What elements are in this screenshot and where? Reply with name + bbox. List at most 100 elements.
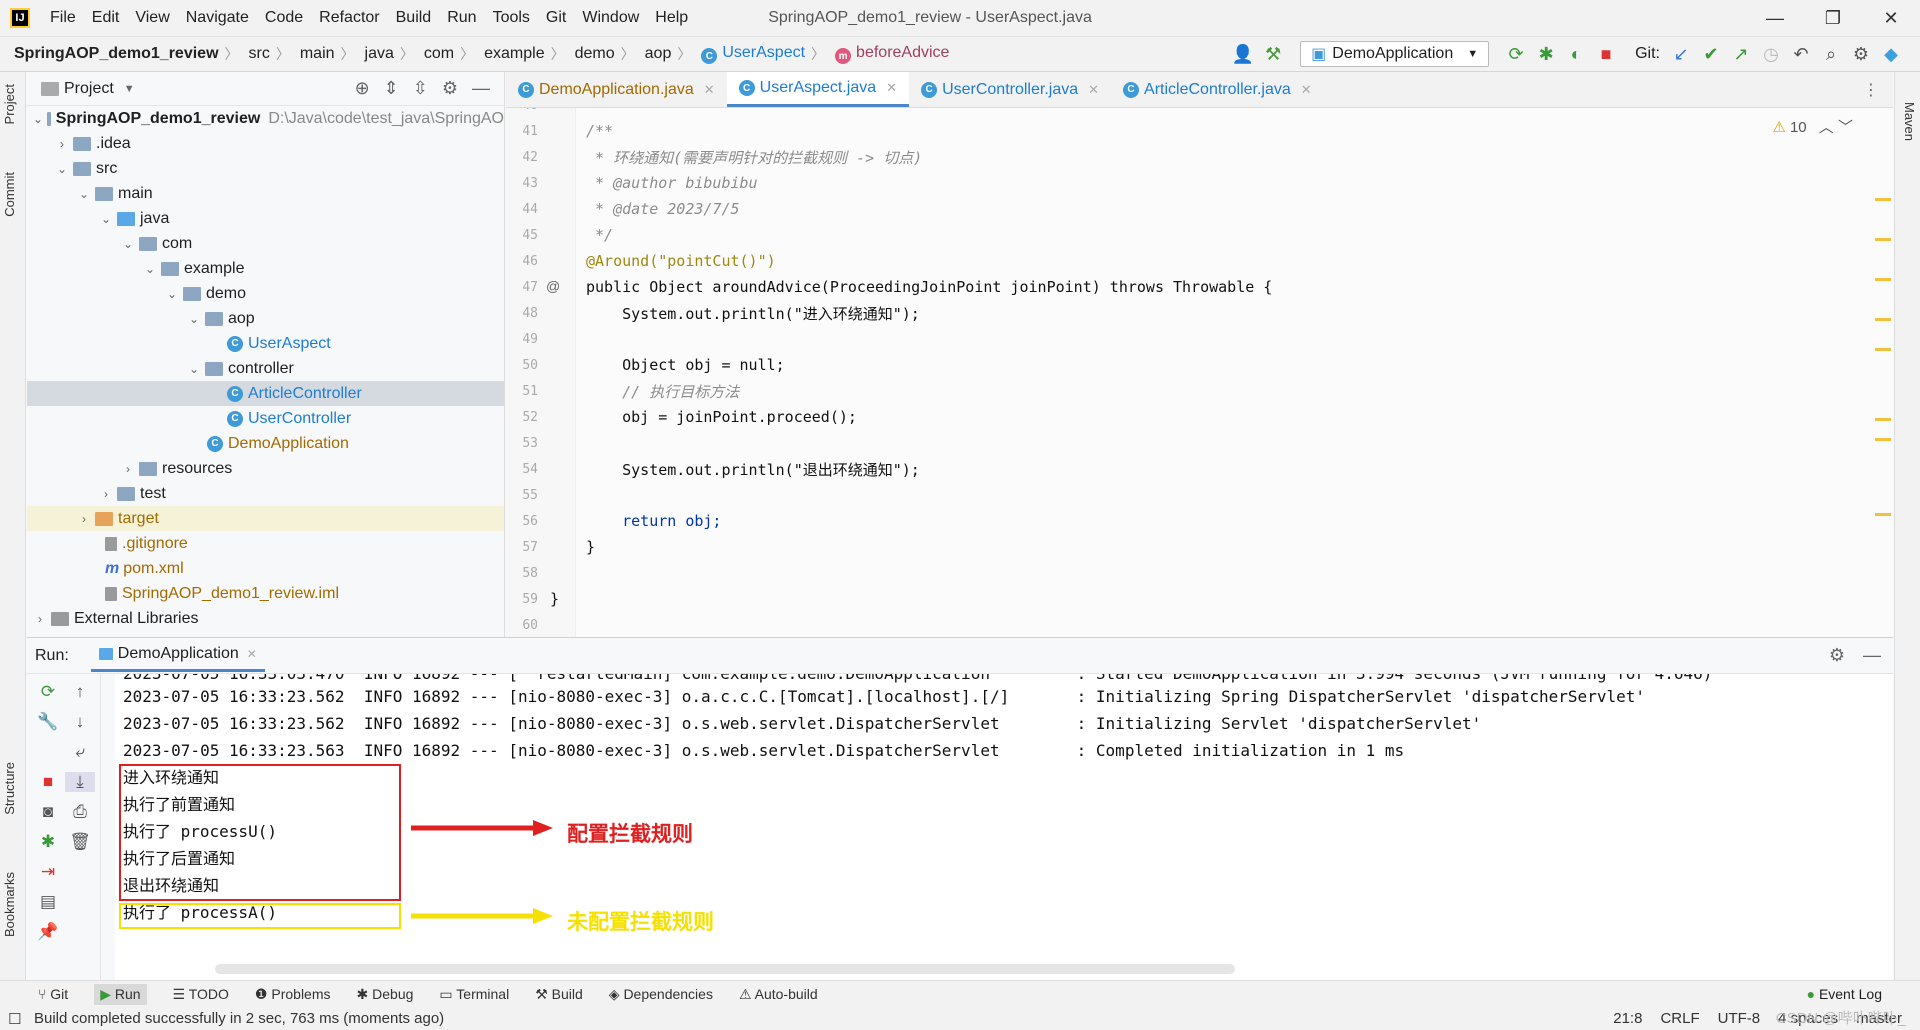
run-config-select[interactable]: ▣ DemoApplication ▼: [1300, 41, 1490, 67]
collapse-all-icon[interactable]: ⇳: [413, 78, 428, 99]
camera-icon[interactable]: ◙: [33, 802, 63, 822]
project-tool-button[interactable]: Project: [2, 84, 17, 124]
structure-tool-button[interactable]: Structure: [2, 762, 17, 815]
tree-item-java[interactable]: ⌄ java: [27, 206, 504, 231]
tab-demoapplication[interactable]: C DemoApplication.java ✕: [506, 72, 727, 107]
menu-refactor[interactable]: Refactor: [311, 9, 387, 27]
settings-icon[interactable]: ⚙: [1846, 44, 1876, 65]
close-window-button[interactable]: ✕: [1862, 0, 1920, 36]
event-log-button[interactable]: ● Event Log: [1807, 986, 1882, 1002]
menu-view[interactable]: View: [127, 9, 177, 27]
close-icon[interactable]: ✕: [1301, 82, 1312, 98]
status-toggle-icon[interactable]: ☐: [8, 1010, 21, 1028]
tree-item-controller[interactable]: ⌄ controller: [27, 356, 504, 381]
menu-edit[interactable]: Edit: [84, 9, 128, 27]
breadcrumb-aop[interactable]: aop: [639, 45, 672, 63]
run-tab-demoapplication[interactable]: DemoApplication ✕: [90, 639, 265, 672]
wrench-icon[interactable]: 🔧: [33, 712, 63, 732]
tool-problems[interactable]: ❶ Problems: [255, 986, 331, 1003]
rerun-icon[interactable]: ⟳: [33, 682, 63, 702]
tree-item-project-root[interactable]: ⌄ SpringAOP_demo1_review D:\Java\code\test…: [27, 106, 504, 131]
menu-help[interactable]: Help: [647, 9, 696, 27]
tree-item-demoapplication[interactable]: C DemoApplication: [27, 431, 504, 456]
print-icon[interactable]: ⎙: [65, 802, 95, 822]
tool-build[interactable]: ⚒ Build: [535, 986, 583, 1003]
line-separator[interactable]: CRLF: [1660, 1010, 1699, 1027]
jetbrains-toolbox-icon[interactable]: ◆: [1876, 44, 1906, 65]
gear-icon[interactable]: ⚙: [1829, 645, 1845, 666]
debug-icon[interactable]: ✱: [1531, 44, 1561, 65]
more-tabs-icon[interactable]: ⋮: [1863, 72, 1893, 107]
warning-stripe-mark[interactable]: [1875, 438, 1891, 441]
override-gutter-icon[interactable]: @: [546, 278, 560, 294]
file-encoding[interactable]: UTF-8: [1718, 1010, 1761, 1027]
menu-run[interactable]: Run: [439, 9, 484, 27]
tool-debug[interactable]: ✱ Debug: [357, 986, 414, 1003]
undo-icon[interactable]: ↶: [1786, 44, 1816, 65]
tool-autobuild[interactable]: ⚠ Auto-build: [739, 986, 818, 1003]
user-icon[interactable]: 👤: [1228, 44, 1258, 65]
tree-item-test[interactable]: › test: [27, 481, 504, 506]
console-output[interactable]: 2023-07-05 16:33:03.470 INFO 16892 --- […: [115, 674, 1893, 980]
menu-tools[interactable]: Tools: [485, 9, 538, 27]
hide-icon[interactable]: —: [472, 78, 490, 99]
tree-item-com[interactable]: ⌄ com: [27, 231, 504, 256]
tree-item-pom[interactable]: m pom.xml: [27, 556, 504, 581]
scroll-to-end-icon[interactable]: ⤓: [65, 772, 95, 792]
tree-item-useraspect[interactable]: C UserAspect: [27, 331, 504, 356]
arrow-up-icon[interactable]: ↑: [65, 682, 95, 702]
locate-icon[interactable]: ⊕: [355, 78, 370, 99]
tool-todo[interactable]: ☰ TODO: [173, 986, 229, 1003]
rerun-icon[interactable]: ⟳: [1501, 44, 1531, 65]
debug-icon[interactable]: ✱: [33, 832, 63, 852]
pin-icon[interactable]: 📌: [33, 922, 63, 942]
warning-stripe-mark[interactable]: [1875, 418, 1891, 421]
tree-item-articlecontroller[interactable]: C ArticleController: [27, 381, 504, 406]
warning-stripe-mark[interactable]: [1875, 198, 1891, 201]
breadcrumb-demo[interactable]: demo: [569, 45, 615, 63]
horizontal-scrollbar[interactable]: [215, 964, 1235, 974]
breadcrumb-java[interactable]: java: [359, 45, 394, 63]
expand-all-icon[interactable]: ⇕: [384, 78, 399, 99]
arrow-down-icon[interactable]: ↓: [65, 712, 95, 732]
tree-item-target[interactable]: › target: [27, 506, 504, 531]
git-commit-icon[interactable]: ✔: [1696, 44, 1726, 65]
close-icon[interactable]: ✕: [704, 82, 715, 98]
menu-file[interactable]: File: [42, 9, 84, 27]
search-icon[interactable]: ⌕: [1816, 44, 1846, 65]
menu-git[interactable]: Git: [538, 9, 574, 27]
coverage-icon[interactable]: ◐: [1561, 44, 1591, 65]
tree-item-resources[interactable]: › resources: [27, 456, 504, 481]
menu-window[interactable]: Window: [574, 9, 647, 27]
git-update-icon[interactable]: ↙: [1666, 44, 1696, 65]
close-icon[interactable]: ✕: [886, 80, 897, 96]
warning-stripe-mark[interactable]: [1875, 278, 1891, 281]
commit-tool-button[interactable]: Commit: [2, 172, 17, 217]
caret-position[interactable]: 21:8: [1613, 1010, 1642, 1027]
breadcrumb-com[interactable]: com: [418, 45, 454, 63]
tree-item-demo[interactable]: ⌄ demo: [27, 281, 504, 306]
hide-icon[interactable]: —: [1863, 645, 1881, 666]
tree-item-src[interactable]: ⌄ src: [27, 156, 504, 181]
breadcrumb-main[interactable]: main: [294, 45, 335, 63]
tool-run[interactable]: ▶ Run: [94, 983, 147, 1005]
git-push-icon[interactable]: ↗: [1726, 44, 1756, 65]
stop-icon[interactable]: ■: [1591, 44, 1621, 65]
build-hammer-icon[interactable]: ⚒: [1258, 44, 1288, 65]
breadcrumb-project[interactable]: SpringAOP_demo1_review: [0, 45, 219, 63]
tool-terminal[interactable]: ▭ Terminal: [439, 986, 509, 1003]
maven-tool-button[interactable]: Maven: [1902, 102, 1917, 141]
tree-item-usercontroller[interactable]: C UserController: [27, 406, 504, 431]
menu-build[interactable]: Build: [388, 9, 440, 27]
tree-item-aop[interactable]: ⌄ aop: [27, 306, 504, 331]
warning-stripe-mark[interactable]: [1875, 318, 1891, 321]
tool-dependencies[interactable]: ◈ Dependencies: [609, 986, 713, 1003]
tool-git[interactable]: ⑂ Git: [38, 986, 68, 1002]
warning-stripe-mark[interactable]: [1875, 348, 1891, 351]
tree-item-main[interactable]: ⌄ main: [27, 181, 504, 206]
close-icon[interactable]: ✕: [1088, 82, 1099, 98]
close-icon[interactable]: ✕: [247, 647, 257, 661]
restore-button[interactable]: ❐: [1804, 0, 1862, 36]
code-editor[interactable]: ⚠ 10 ︿ ﹀ 40 41/** 42 * 环绕通知(需要声明针对的拦截规则 …: [506, 108, 1893, 637]
tree-item-iml[interactable]: SpringAOP_demo1_review.iml: [27, 581, 504, 606]
